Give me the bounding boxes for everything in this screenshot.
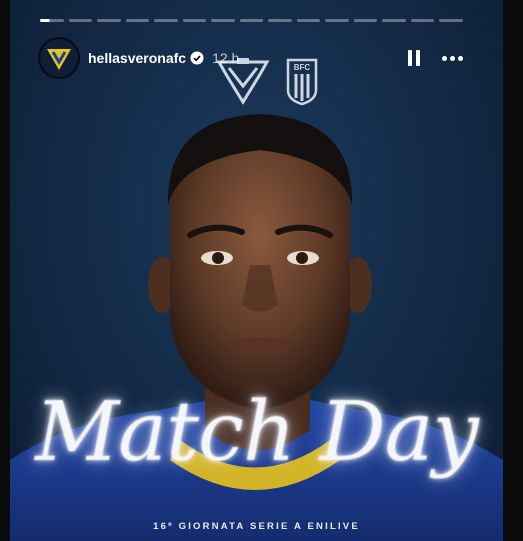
more-options-icon[interactable] xyxy=(442,55,463,61)
progress-segment xyxy=(125,19,150,22)
progress-segment xyxy=(97,19,121,22)
story-header: hellasveronafc 12 h xyxy=(40,38,463,78)
progress-segment xyxy=(296,19,321,22)
match-day-headline: Match Day xyxy=(35,385,479,480)
progress-segment xyxy=(68,19,93,22)
hellas-verona-logo-icon xyxy=(47,49,71,70)
progress-segment xyxy=(382,19,406,22)
story-controls xyxy=(408,50,463,66)
story-viewer: BFC hellasveronafc 12 h Match Day 16ª GI… xyxy=(0,0,523,541)
progress-segment xyxy=(239,19,264,22)
story-card[interactable]: BFC hellasveronafc 12 h Match Day 16ª GI… xyxy=(10,0,503,541)
matchday-subtitle: 16ª GIORNATA SERIE A ENILIVE xyxy=(153,521,360,532)
progress-segment xyxy=(182,19,207,22)
post-time: 12 h xyxy=(212,50,240,66)
progress-segment xyxy=(410,19,435,22)
verified-badge-icon xyxy=(190,51,204,65)
progress-segment xyxy=(40,19,64,22)
avatar[interactable] xyxy=(40,39,78,77)
progress-segment xyxy=(268,19,292,22)
progress-segment xyxy=(211,19,235,22)
account-username[interactable]: hellasveronafc xyxy=(88,50,186,66)
progress-segment xyxy=(154,19,178,22)
story-progress-bar xyxy=(40,19,463,22)
progress-segment xyxy=(325,19,349,22)
progress-segment xyxy=(353,19,378,22)
pause-icon[interactable] xyxy=(408,50,420,66)
progress-segment xyxy=(439,19,463,22)
